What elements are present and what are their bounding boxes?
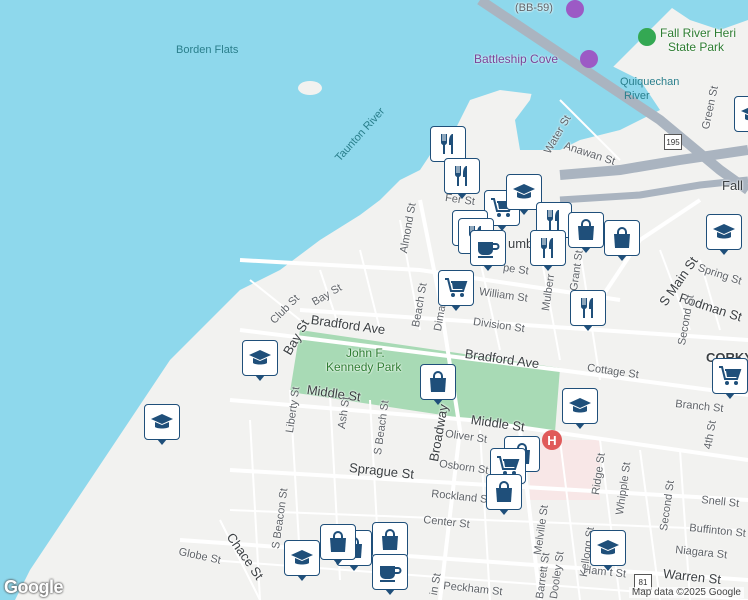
label-battleship-cove[interactable]: Battleship Cove [474, 52, 558, 66]
shopping-icon [491, 479, 517, 505]
school-icon [567, 393, 593, 419]
school-icon [739, 101, 748, 127]
label-borden-flats: Borden Flats [176, 44, 239, 56]
museum-icon[interactable] [566, 0, 584, 18]
hospital-icon[interactable]: H [542, 430, 562, 450]
school-icon [289, 545, 315, 571]
park-icon[interactable] [638, 28, 656, 46]
label-quiquechan-2: River [624, 90, 650, 102]
school-marker[interactable] [590, 530, 626, 571]
shopping-marker[interactable] [604, 220, 640, 261]
shopping-icon [609, 225, 635, 251]
school-icon [149, 409, 175, 435]
label-fall: Fall [722, 178, 743, 193]
cafe-icon [475, 235, 501, 261]
label-jfk-park-2[interactable]: Kennedy Park [326, 360, 401, 374]
school-marker[interactable] [706, 214, 742, 255]
restaurant-marker[interactable] [430, 126, 466, 167]
museum-icon-battleship[interactable] [580, 50, 598, 68]
school-icon [511, 179, 537, 205]
school-icon [595, 535, 621, 561]
map-attribution[interactable]: Map data ©2025 Google [628, 587, 744, 598]
school-marker[interactable] [734, 96, 748, 137]
label-fall-river-heritage-1[interactable]: Fall River Heri [660, 26, 736, 40]
shopping-icon [573, 217, 599, 243]
shopping-marker[interactable] [568, 212, 604, 253]
restaurant-marker[interactable] [530, 230, 566, 271]
label-bb59: (BB-59) [515, 2, 553, 14]
shopping-icon [325, 529, 351, 555]
restaurant-icon [535, 235, 561, 261]
route-195-shield: 195 [664, 134, 682, 150]
school-icon [247, 345, 273, 371]
school-marker[interactable] [144, 404, 180, 445]
grocery-icon [443, 275, 469, 301]
grocery-marker[interactable] [438, 270, 474, 311]
google-logo: Google [4, 577, 64, 597]
school-marker[interactable] [242, 340, 278, 381]
school-icon [711, 219, 737, 245]
restaurant-icon [435, 131, 461, 157]
restaurant-icon [449, 163, 475, 189]
cafe-marker[interactable] [372, 554, 408, 595]
label-fall-river-heritage-2[interactable]: State Park [668, 40, 724, 54]
shopping-icon [377, 527, 403, 553]
cafe-marker[interactable] [470, 230, 506, 271]
grocery-icon [717, 363, 743, 389]
grocery-marker[interactable] [712, 358, 748, 399]
school-marker[interactable] [284, 540, 320, 581]
label-quiquechan-1: Quiquechan [620, 76, 680, 88]
school-marker[interactable] [562, 388, 598, 429]
shopping-marker[interactable] [372, 522, 408, 563]
cafe-icon [377, 559, 403, 585]
restaurant-marker[interactable] [444, 158, 480, 199]
map-canvas[interactable]: Borden Flats Taunton River (BB-59) Battl… [0, 0, 748, 600]
shopping-marker[interactable] [420, 364, 456, 405]
shopping-marker[interactable] [486, 474, 522, 515]
shopping-marker[interactable] [320, 524, 356, 565]
shopping-icon [425, 369, 451, 395]
label-jfk-park-1[interactable]: John F. [346, 346, 385, 360]
restaurant-marker[interactable] [570, 290, 606, 331]
restaurant-icon [575, 295, 601, 321]
